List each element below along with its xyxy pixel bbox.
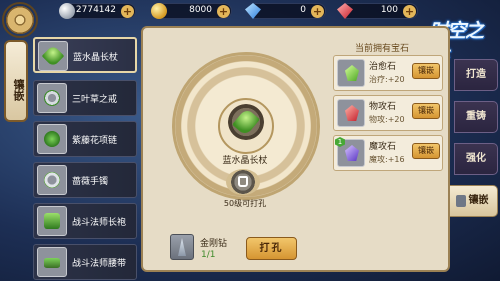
ruby-value: 100 bbox=[380, 5, 398, 15]
drill-count: 1/1 bbox=[201, 250, 216, 260]
add-ruby-button[interactable]: + bbox=[403, 5, 416, 18]
equipped-item-name: 蓝水晶长杖 bbox=[222, 156, 268, 166]
punch-hole-button[interactable]: 打孔 bbox=[246, 237, 297, 260]
item-name: 战斗法师长袍 bbox=[72, 218, 127, 228]
inlay-tab-icon bbox=[456, 195, 466, 207]
item-name: 战斗法师腰带 bbox=[72, 259, 127, 269]
item-name: 蔷薇手镯 bbox=[72, 177, 109, 187]
item-name: 三叶草之戒 bbox=[72, 95, 118, 105]
ring-icon bbox=[37, 83, 67, 113]
staff-icon bbox=[38, 41, 68, 71]
diamond-value: 0 bbox=[300, 5, 306, 15]
inlay-button[interactable]: 镶嵌 bbox=[412, 63, 440, 79]
necklace-icon bbox=[37, 124, 67, 154]
inlay-button[interactable]: 镶嵌 bbox=[412, 143, 440, 159]
lock-icon bbox=[238, 176, 248, 187]
staff-icon bbox=[232, 107, 260, 137]
item-name: 蓝水晶长杖 bbox=[73, 53, 119, 63]
gem-card: 1 魔攻石 魔攻:+16 镶嵌 bbox=[333, 135, 443, 171]
attack-gem-icon bbox=[337, 99, 365, 127]
gold-coin-icon bbox=[151, 3, 167, 19]
list-item[interactable]: 蓝水晶长杖 bbox=[33, 37, 137, 73]
blue-diamond-icon bbox=[245, 3, 261, 19]
list-item[interactable]: 战斗法师长袍 bbox=[33, 203, 137, 239]
diamond-resource: 0 + bbox=[245, 3, 326, 19]
gems-title: 当前拥有宝石 bbox=[355, 44, 410, 54]
list-item[interactable]: 三叶草之戒 bbox=[33, 80, 137, 116]
robe-icon bbox=[37, 206, 67, 236]
menu-wheel-icon[interactable] bbox=[2, 2, 38, 38]
bracelet-icon bbox=[37, 165, 67, 195]
gem-stat: 魔攻:+16 bbox=[369, 155, 405, 164]
locked-socket[interactable] bbox=[226, 169, 260, 195]
ruby-resource: 100 + bbox=[337, 3, 418, 19]
gem-stat: 物攻:+20 bbox=[369, 115, 405, 124]
list-item[interactable]: 战斗法师腰带 bbox=[33, 244, 137, 280]
red-gem-icon bbox=[337, 3, 353, 19]
side-tab-inlay[interactable]: 镶嵌 bbox=[4, 40, 28, 122]
gem-stat: 治疗:+20 bbox=[369, 75, 405, 84]
inlay-button[interactable]: 镶嵌 bbox=[412, 103, 440, 119]
gem-name: 治愈石 bbox=[369, 62, 397, 72]
list-item[interactable]: 蔷薇手镯 bbox=[33, 162, 137, 198]
tab-forge[interactable]: 打造 bbox=[454, 59, 498, 91]
gold-value: 8000 bbox=[189, 5, 212, 15]
gem-card: 治愈石 治疗:+20 镶嵌 bbox=[333, 55, 443, 91]
add-diamond-button[interactable]: + bbox=[311, 5, 324, 18]
gold-resource: 8000 + bbox=[151, 3, 232, 19]
item-name: 紫藤花项链 bbox=[72, 136, 118, 146]
tab-inlay-label: 镶嵌 bbox=[468, 195, 489, 206]
silver-value: 2774142 bbox=[75, 5, 116, 15]
heal-gem-icon bbox=[337, 59, 365, 87]
locked-socket-label: 50级可打孔 bbox=[223, 199, 267, 208]
silver-resource: 2774142 + bbox=[59, 3, 136, 19]
belt-icon bbox=[37, 247, 67, 277]
tab-reforge[interactable]: 重铸 bbox=[454, 101, 498, 133]
drill-name: 金刚钻 bbox=[200, 239, 228, 249]
gem-name: 魔攻石 bbox=[369, 142, 397, 152]
silver-coin-icon bbox=[59, 3, 75, 19]
diamond-drill-icon bbox=[170, 234, 194, 260]
equipment-list: 蓝水晶长杖 三叶草之戒 紫藤花项链 蔷薇手镯 战斗法师长袍 战斗法师腰带 bbox=[33, 35, 137, 281]
tab-inlay[interactable]: 镶嵌 bbox=[449, 185, 498, 217]
list-item[interactable]: 紫藤花项链 bbox=[33, 121, 137, 157]
gem-card: 物攻石 物攻:+20 镶嵌 bbox=[333, 95, 443, 131]
add-silver-button[interactable]: + bbox=[121, 5, 134, 18]
tab-enhance[interactable]: 强化 bbox=[454, 143, 498, 175]
add-gold-button[interactable]: + bbox=[217, 5, 230, 18]
gem-name: 物攻石 bbox=[369, 102, 397, 112]
equipped-item-slot[interactable] bbox=[228, 104, 264, 140]
